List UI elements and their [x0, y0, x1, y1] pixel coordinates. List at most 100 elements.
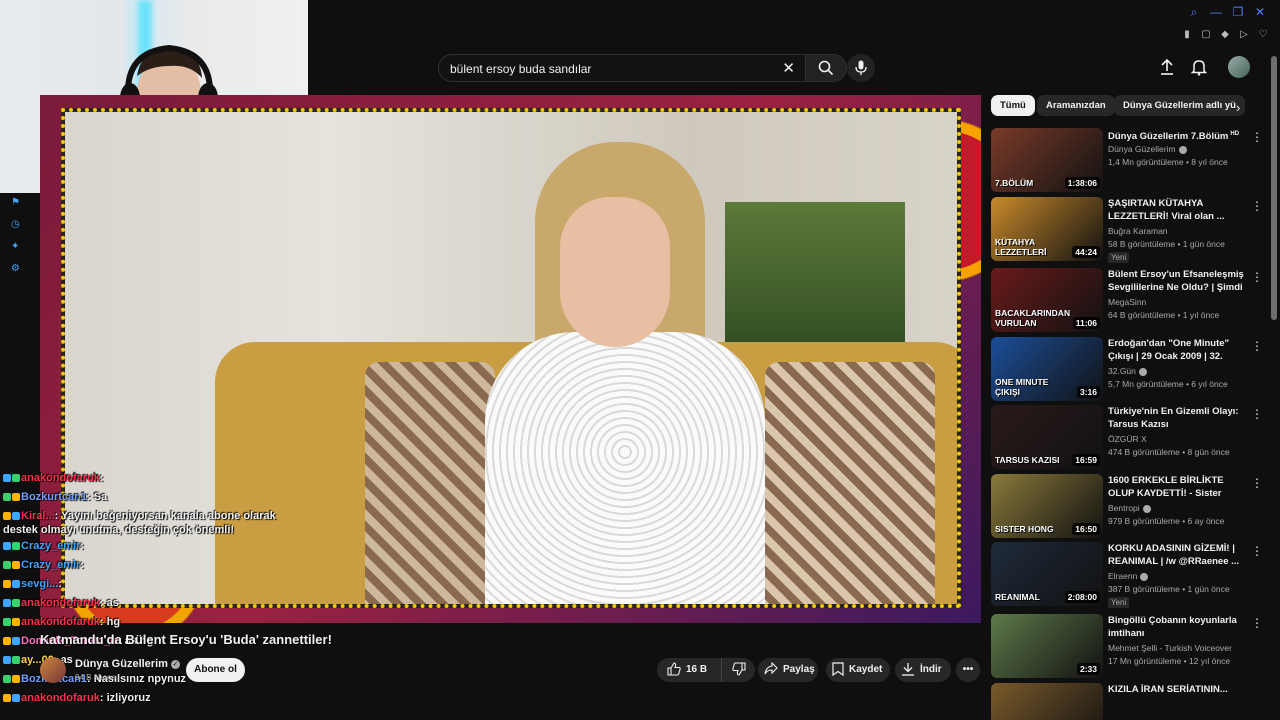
share-button[interactable]: Paylaş [758, 658, 818, 682]
chat-username[interactable]: Crazy_emir [21, 540, 80, 552]
kebab-icon[interactable]: ⋮ [1251, 407, 1263, 421]
recommendation-item[interactable]: KIZILA İRAN SERİATININ... [991, 683, 1269, 720]
recommendation-channel[interactable]: Bentropi [1108, 503, 1151, 513]
restore-icon[interactable]: ❐ [1232, 6, 1244, 18]
recommendation-title[interactable]: Dünya Güzellerim 7.Bölüm HD [1108, 128, 1244, 143]
chat-message: Kiral...: Yayını beğeniyorsan kanala abo… [3, 507, 303, 537]
download-label: İndir [920, 664, 942, 675]
video-thumbnail[interactable] [991, 683, 1103, 720]
kebab-icon[interactable]: ⋮ [1251, 544, 1263, 558]
chat-username[interactable]: Kiral... [21, 510, 55, 522]
recommendation-title[interactable]: 1600 ERKEKLE BİRLİKTE OLUP KAYDETTİ! - S… [1108, 474, 1244, 501]
heart-icon[interactable]: ♡ [1258, 30, 1268, 40]
recommendation-channel[interactable]: MegaSinn [1108, 297, 1146, 307]
minimize-icon[interactable]: — [1210, 6, 1222, 18]
shield-icon[interactable]: ◆ [1220, 30, 1230, 40]
more-icon: ••• [962, 664, 974, 675]
clear-icon[interactable]: ✕ [782, 59, 795, 77]
kebab-icon[interactable]: ⋮ [1251, 130, 1263, 144]
search-window-icon[interactable]: ⌕ [1188, 6, 1200, 18]
recommendation-title[interactable]: KIZILA İRAN SERİATININ... [1108, 683, 1244, 696]
video-thumbnail[interactable]: BACAKLARINDAN VURULAN 11:06 [991, 268, 1103, 332]
chat-username[interactable]: Bozkurtcan1 [21, 491, 87, 503]
chat-username[interactable]: sevgi... [21, 578, 58, 590]
recommendation-title[interactable]: Türkiye'nin En Gizemli Olayı: Tarsus Kaz… [1108, 405, 1244, 431]
bell-icon[interactable] [1190, 58, 1208, 76]
video-thumbnail[interactable]: KÜTAHYA LEZZETLERİ 44:24 [991, 197, 1103, 261]
share-icon [764, 662, 778, 675]
kebab-icon[interactable]: ⋮ [1251, 199, 1263, 213]
like-button[interactable]: 16 B [657, 658, 721, 682]
search-button[interactable] [805, 54, 847, 82]
recommendation-item[interactable]: ONE MINUTE ÇIKIŞI 3:16 Erdoğan'dan "One Mi… [991, 337, 1269, 401]
recommendation-channel[interactable]: Elraenn [1108, 571, 1149, 581]
account-avatar[interactable] [1228, 56, 1250, 78]
bookmark-icon[interactable]: ⚑ [11, 197, 23, 209]
chat-username[interactable]: anakondofaruk [21, 692, 100, 704]
kebab-icon[interactable]: ⋮ [1251, 270, 1263, 284]
chat-message: anakondofaruk: hg [3, 613, 303, 632]
recommendation-channel[interactable]: 32.Gün [1108, 366, 1147, 376]
upload-icon[interactable] [1158, 58, 1176, 76]
video-thumbnail[interactable]: ONE MINUTE ÇIKIŞI 3:16 [991, 337, 1103, 401]
recommendation-title[interactable]: Bingöllü Çobanın koyunlarla imtihanı [1108, 614, 1244, 640]
scrollbar[interactable] [1271, 56, 1277, 320]
channel-name[interactable]: Dünya Güzellerim ✓ [75, 658, 180, 670]
search-input[interactable]: bülent ersoy buda sandılar ✕ [438, 54, 808, 82]
dislike-button[interactable] [721, 658, 755, 682]
recommendation-channel[interactable]: ÖZGÜR X [1108, 434, 1147, 444]
recommendation-title-text: 1600 ERKEKLE BİRLİKTE OLUP KAYDETTİ! - S… [1108, 475, 1224, 499]
save-button[interactable]: Kaydet [826, 658, 890, 682]
subscribe-button[interactable]: Abone ol [186, 658, 245, 682]
chevron-right-icon[interactable]: › [1236, 100, 1240, 115]
kebab-icon[interactable]: ⋮ [1251, 616, 1263, 630]
channel-avatar[interactable] [40, 657, 66, 683]
kebab-icon[interactable]: ⋮ [1251, 339, 1263, 353]
screenshot-icon[interactable]: ▢ [1201, 30, 1211, 40]
recommendation-title[interactable]: KORKU ADASININ GİZEMİ! | REANIMAL | /w @… [1108, 542, 1244, 568]
recommendation-channel-text: Bentropi [1108, 503, 1140, 513]
recommendation-title[interactable]: Erdoğan'dan "One Minute" Çıkışı | 29 Oca… [1108, 337, 1244, 364]
chip-all[interactable]: Tümü [991, 95, 1035, 116]
extension-bar: ▮ ▢ ◆ ▷ ♡ [1182, 30, 1268, 40]
recommendation-item[interactable]: TARSUS KAZISI 16:59 Türkiye'nin En Gizemli… [991, 405, 1269, 469]
recommendation-channel[interactable]: Mehmet Şelli - Turkish Voiceover [1108, 643, 1232, 653]
puzzle-icon[interactable]: ✦ [11, 241, 23, 253]
kebab-icon[interactable]: ⋮ [1251, 476, 1263, 490]
close-window-icon[interactable]: ✕ [1254, 6, 1266, 18]
chat-username[interactable]: anakondofaruk [21, 597, 100, 609]
play-extension-icon[interactable]: ▷ [1239, 30, 1249, 40]
video-thumbnail[interactable]: REANIMAL 2:08:00 [991, 542, 1103, 606]
video-thumbnail[interactable]: 2:33 [991, 614, 1103, 678]
recommendation-item[interactable]: BACAKLARINDAN VURULAN 11:06 Bülent Ersoy'u… [991, 268, 1269, 332]
window-controls: ⌕ — ❐ ✕ [1188, 6, 1266, 18]
settings-icon[interactable]: ⚙ [11, 263, 23, 275]
clock-icon[interactable]: ◷ [11, 219, 23, 231]
recommendation-channel[interactable]: Dünya Güzellerim [1108, 144, 1187, 154]
recommendation-item[interactable]: 2:33 Bingöllü Çobanın koyunlarla imtihanı… [991, 614, 1269, 678]
video-thumbnail[interactable]: 7.BÖLÜM 1:38:06 [991, 128, 1103, 192]
recommendation-title[interactable]: ŞAŞIRTAN KÜTAHYA LEZZETLERİ! Viral olan … [1108, 197, 1244, 223]
chip-from-search[interactable]: Aramanızdan [1037, 95, 1115, 116]
video-thumbnail[interactable]: TARSUS KAZISI 16:59 [991, 405, 1103, 469]
voice-search-button[interactable] [847, 54, 875, 82]
chip-channel[interactable]: Dünya Güzellerim adlı yü [1114, 95, 1245, 116]
recommendation-channel[interactable]: Buğra Karaman [1108, 226, 1168, 236]
chat-username[interactable]: anakondofaruk [21, 472, 100, 484]
chat-username[interactable]: Crazy_emir [21, 559, 80, 571]
recommendation-item[interactable]: 7.BÖLÜM 1:38:06 Dünya Güzellerim 7.Bölüm HD… [991, 128, 1269, 192]
recommendation-item[interactable]: SISTER HONG 16:50 1600 ERKEKLE BİRLİKTE OL… [991, 474, 1269, 538]
chat-username[interactable]: anakondofaruk [21, 616, 100, 628]
chat-separator: : [80, 559, 84, 571]
new-badge: Yeni [1108, 252, 1130, 263]
download-button[interactable]: İndir [895, 658, 951, 682]
recommendation-channel-text: Buğra Karaman [1108, 226, 1168, 236]
recommendation-item[interactable]: KÜTAHYA LEZZETLERİ 44:24 ŞAŞIRTAN KÜTAHYA … [991, 197, 1269, 263]
pin-icon[interactable]: ▮ [1182, 30, 1192, 40]
recommendation-title[interactable]: Bülent Ersoy'un Efsaneleşmiş Sevgilileri… [1108, 268, 1244, 295]
recommendation-item[interactable]: REANIMAL 2:08:00 KORKU ADASININ GİZEMİ! | … [991, 542, 1269, 608]
chat-badge-icon [3, 512, 11, 521]
video-thumbnail[interactable]: SISTER HONG 16:50 [991, 474, 1103, 538]
recommendation-channel-text: MegaSinn [1108, 297, 1147, 307]
more-actions-button[interactable]: ••• [956, 658, 980, 682]
